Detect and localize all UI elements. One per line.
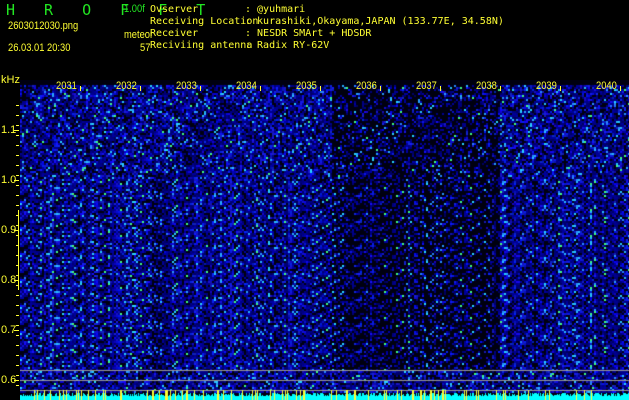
y-tick bbox=[14, 130, 19, 131]
y-minor-tick bbox=[16, 205, 19, 206]
unit-label: kHz bbox=[1, 74, 20, 86]
time-tick bbox=[380, 86, 381, 91]
info-key: Ovserver bbox=[150, 4, 199, 15]
y-minor-tick bbox=[16, 255, 19, 256]
info-key: Receiver bbox=[150, 28, 199, 39]
info-value: : NESDR SMArt + HDSDR bbox=[245, 28, 372, 39]
spectrogram bbox=[20, 80, 629, 400]
y-minor-tick bbox=[16, 125, 19, 126]
time-label: 2039 bbox=[536, 80, 557, 92]
time-label: 2036 bbox=[356, 80, 377, 92]
time-label: 2035 bbox=[296, 80, 317, 92]
y-minor-tick bbox=[16, 135, 19, 136]
y-minor-tick bbox=[16, 105, 19, 106]
y-minor-tick bbox=[16, 355, 19, 356]
y-minor-tick bbox=[16, 245, 19, 246]
info-value: : @yuhmari bbox=[245, 4, 306, 15]
y-minor-tick bbox=[16, 225, 19, 226]
y-minor-tick bbox=[16, 175, 19, 176]
meteor-label: meteor bbox=[124, 29, 154, 41]
y-minor-tick bbox=[16, 305, 19, 306]
info-value: : Radix RY-62V bbox=[245, 40, 330, 51]
station-info: Ovserver : @yuhmari Receiving Location: k… bbox=[150, 4, 504, 52]
meteor-count: 57 bbox=[140, 42, 151, 54]
time-tick bbox=[560, 86, 561, 91]
time-label: 2033 bbox=[176, 80, 197, 92]
y-minor-tick bbox=[16, 145, 19, 146]
y-tick bbox=[14, 330, 19, 331]
y-minor-tick bbox=[16, 195, 19, 196]
y-minor-tick bbox=[16, 345, 19, 346]
info-row: Receiver : NESDR SMArt + HDSDR bbox=[150, 28, 504, 40]
y-minor-tick bbox=[16, 325, 19, 326]
y-minor-tick bbox=[16, 155, 19, 156]
y-minor-tick bbox=[16, 335, 19, 336]
y-minor-tick bbox=[16, 285, 19, 286]
time-tick bbox=[260, 86, 261, 91]
y-minor-tick bbox=[16, 385, 19, 386]
time-tick bbox=[80, 86, 81, 91]
y-minor-tick bbox=[16, 115, 19, 116]
y-minor-tick bbox=[16, 365, 19, 366]
axis-line bbox=[18, 210, 19, 290]
time-tick bbox=[140, 86, 141, 91]
info-row: Ovserver : @yuhmari bbox=[150, 4, 504, 16]
time-tick bbox=[620, 86, 621, 91]
y-tick bbox=[14, 280, 19, 281]
file-datetime: 26.03.01 20:30 bbox=[8, 42, 71, 54]
y-tick bbox=[14, 230, 19, 231]
info-key: Receiving Location bbox=[150, 16, 259, 27]
time-tick bbox=[500, 86, 501, 91]
time-label: 2034 bbox=[236, 80, 257, 92]
app-version: 1.00f bbox=[124, 3, 145, 15]
y-minor-tick bbox=[16, 375, 19, 376]
y-minor-tick bbox=[16, 165, 19, 166]
file-name: 2603012030.png bbox=[8, 20, 79, 32]
y-minor-tick bbox=[16, 235, 19, 236]
time-label: 2031 bbox=[56, 80, 77, 92]
info-value: : kurashiki,Okayama,JAPAN (133.77E, 34.5… bbox=[245, 16, 504, 27]
y-minor-tick bbox=[16, 275, 19, 276]
time-label: 2040 bbox=[596, 80, 617, 92]
y-minor-tick bbox=[16, 265, 19, 266]
time-label: 2032 bbox=[116, 80, 137, 92]
time-tick bbox=[320, 86, 321, 91]
time-tick bbox=[440, 86, 441, 91]
info-key: Reciviing antenna bbox=[150, 40, 253, 51]
y-minor-tick bbox=[16, 215, 19, 216]
hrofft-window: H R O F F T 1.00f 2603012030.png 26.03.0… bbox=[0, 0, 629, 400]
info-row: Reciviing antenna: Radix RY-62V bbox=[150, 40, 504, 52]
info-row: Receiving Location: kurashiki,Okayama,JA… bbox=[150, 16, 504, 28]
y-minor-tick bbox=[16, 315, 19, 316]
time-label: 2037 bbox=[416, 80, 437, 92]
y-tick bbox=[14, 180, 19, 181]
y-minor-tick bbox=[16, 185, 19, 186]
y-tick bbox=[14, 380, 19, 381]
time-tick bbox=[200, 86, 201, 91]
time-label: 2038 bbox=[476, 80, 497, 92]
y-minor-tick bbox=[16, 295, 19, 296]
